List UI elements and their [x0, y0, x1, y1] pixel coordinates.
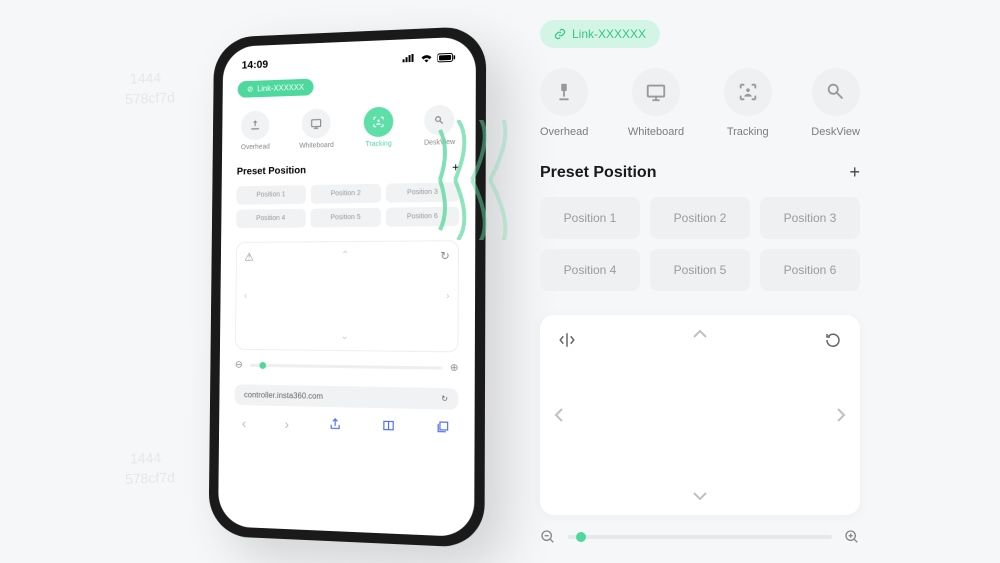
- phone-forward-icon[interactable]: ›: [284, 416, 289, 432]
- position-button-6[interactable]: Position 6: [760, 249, 860, 291]
- phone-bookmarks-icon[interactable]: [381, 418, 395, 435]
- phone-link-badge: ⊘ Link-XXXXXX: [238, 79, 314, 98]
- mode-label: DeskView: [424, 139, 455, 147]
- mode-tracking[interactable]: Tracking: [724, 68, 772, 138]
- overhead-icon: [553, 81, 575, 103]
- phone-mode-whiteboard[interactable]: Whiteboard: [299, 108, 334, 149]
- phone-mode-overhead[interactable]: Overhead: [241, 110, 270, 151]
- phone-share-icon[interactable]: [328, 417, 342, 433]
- position-button-3[interactable]: Position 3: [760, 197, 860, 239]
- phone-refresh-icon[interactable]: ↻: [441, 394, 448, 403]
- deskview-icon: [825, 81, 847, 103]
- position-button-1[interactable]: Position 1: [540, 197, 640, 239]
- phone-zoom-out-icon[interactable]: ⊖: [235, 360, 243, 371]
- phone-mode-deskview[interactable]: DeskView: [424, 105, 455, 147]
- zoom-in-icon[interactable]: [844, 529, 860, 545]
- whiteboard-icon: [645, 81, 667, 103]
- link-badge-text: Link-XXXXXX: [572, 27, 646, 41]
- phone-preset-title: Preset Position: [237, 165, 306, 177]
- phone-url-text: controller.insta360.com: [244, 390, 323, 401]
- phone-zoom-slider[interactable]: [250, 364, 441, 370]
- reset-icon[interactable]: [824, 331, 842, 349]
- link-icon: ⊘: [247, 85, 253, 94]
- mode-label: Overhead: [540, 126, 588, 138]
- phone-back-icon[interactable]: ‹: [242, 415, 247, 431]
- phone-link-text: Link-XXXXXX: [257, 83, 304, 93]
- phone-zoom-in-icon[interactable]: ⊕: [450, 363, 459, 374]
- phone-position-3[interactable]: Position 3: [386, 182, 459, 202]
- link-icon: [554, 28, 566, 40]
- direction-control-pad[interactable]: [540, 315, 860, 515]
- mode-whiteboard[interactable]: Whiteboard: [628, 68, 684, 138]
- phone-time: 14:09: [242, 59, 269, 72]
- phone-reset-icon[interactable]: ↻: [440, 249, 449, 262]
- mirror-icon[interactable]: [558, 331, 576, 349]
- phone-mode-tracking[interactable]: Tracking: [364, 107, 394, 149]
- phone-status-bar: 14:09: [238, 51, 460, 81]
- mode-label: DeskView: [811, 126, 860, 138]
- phone-mockup: 14:09 ⊘ Link-XXXXXX Overhead: [209, 26, 487, 548]
- zoom-slider-handle[interactable]: [576, 532, 586, 542]
- deskview-icon: [433, 113, 447, 127]
- phone-status-icons: [402, 52, 456, 64]
- zoom-out-icon[interactable]: [540, 529, 556, 545]
- phone-position-1[interactable]: Position 1: [236, 185, 305, 205]
- phone-add-preset-icon[interactable]: +: [452, 160, 459, 174]
- phone-position-5[interactable]: Position 5: [310, 208, 381, 228]
- arrow-up-icon[interactable]: [692, 329, 708, 339]
- overhead-icon: [249, 118, 262, 132]
- tracking-icon: [737, 81, 759, 103]
- mode-label: Whiteboard: [299, 142, 334, 150]
- arrow-right-icon[interactable]: [836, 407, 846, 423]
- phone-arrow-up-icon[interactable]: ⌃: [341, 250, 349, 261]
- preset-position-title: Preset Position: [540, 164, 656, 182]
- mode-deskview[interactable]: DeskView: [811, 68, 860, 138]
- phone-position-6[interactable]: Position 6: [386, 207, 459, 227]
- phone-direction-pad[interactable]: ⚠ ↻ ⌃ ⌄ ‹ ›: [235, 240, 459, 352]
- arrow-left-icon[interactable]: [554, 407, 564, 423]
- mode-label: Tracking: [727, 126, 769, 138]
- phone-url-bar[interactable]: controller.insta360.com ↻: [234, 384, 458, 410]
- position-button-2[interactable]: Position 2: [650, 197, 750, 239]
- link-badge[interactable]: Link-XXXXXX: [540, 20, 660, 48]
- mode-label: Overhead: [241, 144, 270, 152]
- phone-arrow-left-icon[interactable]: ‹: [244, 290, 247, 301]
- phone-position-4[interactable]: Position 4: [236, 209, 305, 228]
- phone-tabs-icon[interactable]: [436, 420, 450, 437]
- phone-arrow-down-icon[interactable]: ⌄: [340, 331, 348, 342]
- tracking-icon: [372, 115, 386, 129]
- arrow-down-icon[interactable]: [692, 491, 708, 501]
- mode-overhead[interactable]: Overhead: [540, 68, 588, 138]
- zoom-slider[interactable]: [568, 535, 832, 539]
- position-button-4[interactable]: Position 4: [540, 249, 640, 291]
- phone-position-2[interactable]: Position 2: [310, 184, 381, 204]
- mode-label: Tracking: [365, 141, 391, 149]
- phone-mirror-icon[interactable]: ⚠: [244, 251, 253, 264]
- mode-label: Whiteboard: [628, 126, 684, 138]
- whiteboard-icon: [310, 117, 324, 131]
- position-button-5[interactable]: Position 5: [650, 249, 750, 291]
- add-preset-icon[interactable]: +: [849, 162, 860, 183]
- phone-arrow-right-icon[interactable]: ›: [446, 291, 449, 302]
